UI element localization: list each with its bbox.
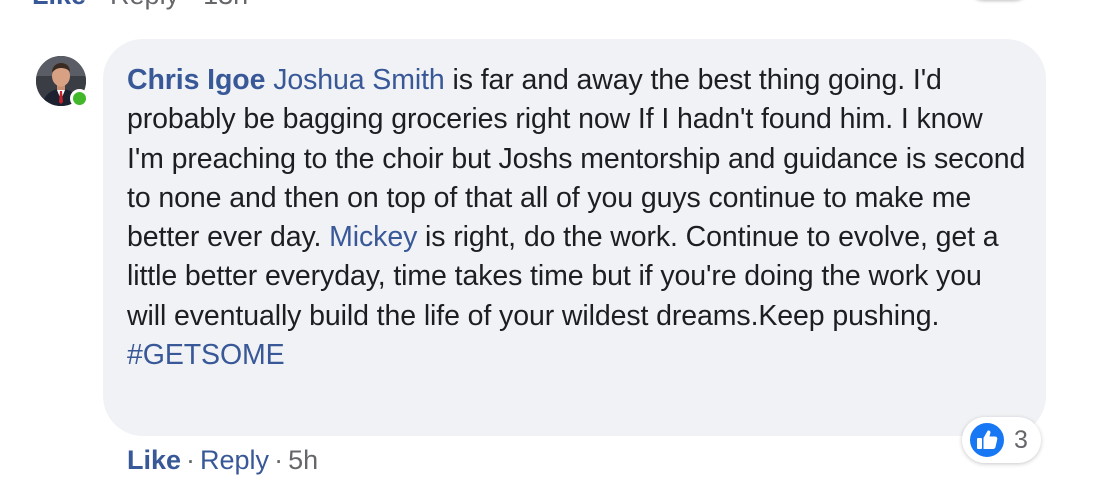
mention-link-mickey[interactable]: Mickey	[329, 221, 417, 253]
like-thumbs-up-icon	[968, 421, 1006, 459]
separator: ·	[186, 445, 196, 475]
online-status-indicator	[70, 89, 89, 108]
reply-button[interactable]: Reply	[200, 445, 269, 475]
comment-actions: Like · Reply · 5h	[127, 443, 318, 477]
separator: ·	[274, 445, 284, 475]
comment-timestamp[interactable]: 5h	[288, 445, 318, 475]
comment-author-link[interactable]: Chris Igoe	[127, 64, 265, 96]
previous-reply-button[interactable]: Reply	[110, 0, 179, 10]
reactions-badge[interactable]: 3	[962, 417, 1041, 463]
mention-link-joshua-smith[interactable]: Joshua Smith	[273, 64, 445, 96]
previous-like-button[interactable]: Like	[32, 0, 86, 10]
previous-timestamp[interactable]: 13h	[203, 0, 248, 10]
separator: ·	[187, 0, 204, 10]
comment-body: Chris Igoe Joshua Smith is far and away …	[127, 61, 1026, 375]
like-button[interactable]: Like	[127, 445, 181, 475]
separator: ·	[94, 0, 111, 10]
comment-bubble: Chris Igoe Joshua Smith is far and away …	[103, 39, 1046, 436]
reaction-count: 3	[1014, 426, 1028, 454]
hashtag-link[interactable]: #GETSOME	[127, 339, 285, 371]
comment-thread: Like · Reply · 13h Chris Igoe Joshua Smi…	[0, 0, 1097, 493]
previous-comment-actions: Like · Reply · 13h	[32, 0, 248, 11]
